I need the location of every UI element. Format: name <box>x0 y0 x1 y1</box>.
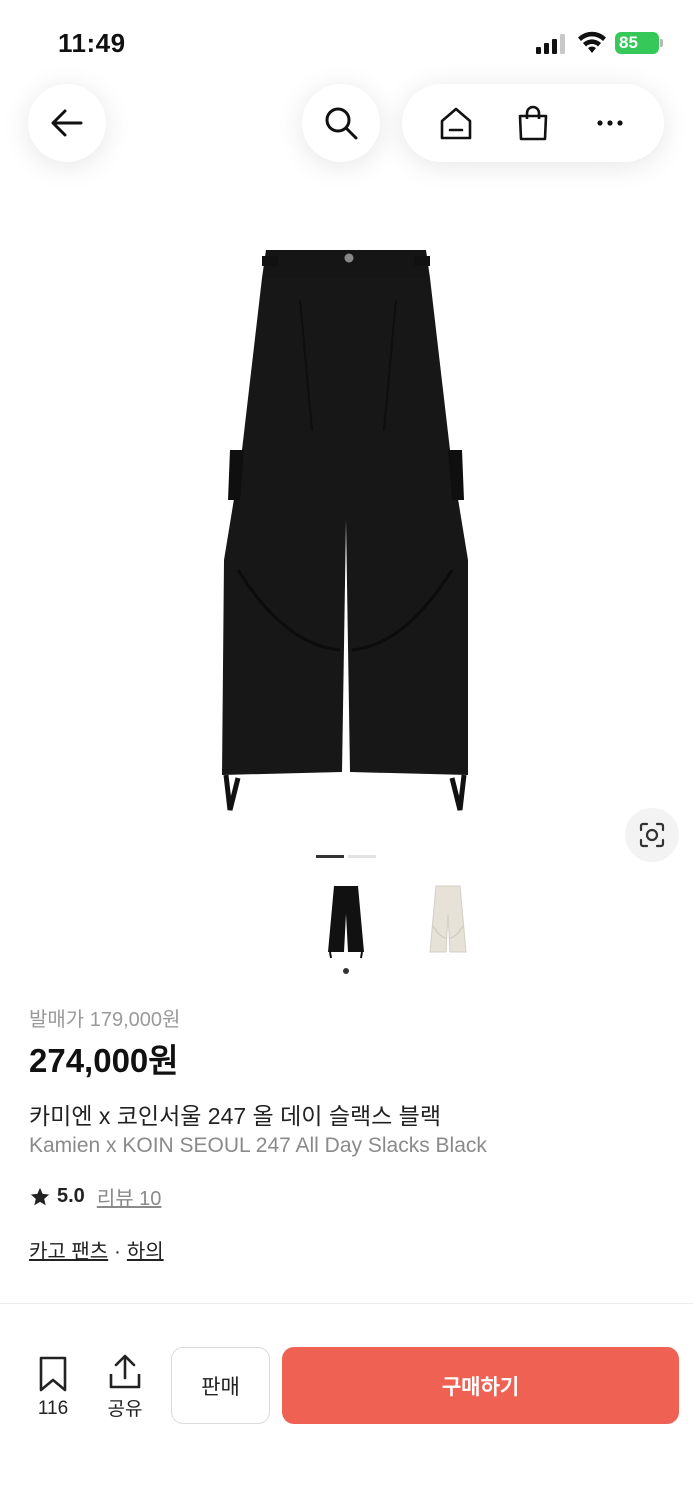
image-search-button[interactable] <box>625 808 679 862</box>
wifi-icon <box>578 31 606 53</box>
home-button[interactable] <box>428 95 484 151</box>
faded-content-peek <box>29 1324 669 1336</box>
shopping-bag-icon <box>518 105 548 141</box>
release-price: 발매가 179,000원 <box>29 1009 181 1031</box>
more-button[interactable] <box>582 95 638 151</box>
selected-thumbnail-dot <box>343 968 349 974</box>
bookmark-button[interactable]: 116 <box>30 1356 76 1420</box>
rating-row: 5.0 리뷰 10 <box>29 1182 161 1211</box>
category-link-bottoms[interactable]: 하의 <box>127 1241 164 1263</box>
search-icon <box>325 107 358 140</box>
product-title-korean: 카미엔 x 코인서울 247 올 데이 슬랙스 블랙 <box>29 1103 442 1129</box>
battery-indicator: 85 <box>615 32 663 54</box>
color-thumbnails <box>316 880 476 960</box>
section-divider <box>0 1303 693 1304</box>
product-title-english: Kamien x KOIN SEOUL 247 All Day Slacks B… <box>29 1134 487 1157</box>
search-button[interactable] <box>302 84 380 162</box>
thumbnail-black[interactable] <box>316 880 374 960</box>
status-bar: 11:49 85 <box>0 0 693 80</box>
thumbnail-ivory[interactable] <box>418 880 476 960</box>
arrow-left-icon <box>51 109 83 137</box>
product-image[interactable] <box>200 230 490 820</box>
cellular-signal-icon <box>536 34 565 54</box>
pager-indicator-active <box>316 855 344 858</box>
status-time: 11:49 <box>58 28 126 58</box>
star-icon <box>30 1187 50 1205</box>
battery-level: 85 <box>619 33 638 52</box>
back-button[interactable] <box>28 84 106 162</box>
category-separator: · <box>114 1241 121 1263</box>
pager-indicator <box>348 855 376 858</box>
category-breadcrumb: 카고 팬츠 · 하의 <box>29 1235 164 1264</box>
nav-actions <box>402 84 664 162</box>
share-button[interactable]: 공유 <box>100 1354 150 1421</box>
cart-button[interactable] <box>505 95 561 151</box>
current-price: 274,000원 <box>29 1042 179 1079</box>
bookmark-count: 116 <box>37 1398 69 1419</box>
lens-scan-icon <box>639 822 665 848</box>
share-label: 공유 <box>107 1399 143 1420</box>
bookmark-icon <box>39 1356 67 1392</box>
review-link[interactable]: 리뷰 10 <box>97 1182 162 1211</box>
image-pager <box>316 855 376 858</box>
home-icon <box>441 107 472 140</box>
rating-score: 5.0 <box>57 1185 85 1207</box>
more-horizontal-icon <box>597 120 623 126</box>
share-icon <box>109 1354 141 1389</box>
buy-button[interactable]: 구매하기 <box>282 1347 679 1424</box>
sell-button[interactable]: 판매 <box>171 1347 270 1424</box>
category-link-cargo-pants[interactable]: 카고 팬츠 <box>29 1241 108 1263</box>
